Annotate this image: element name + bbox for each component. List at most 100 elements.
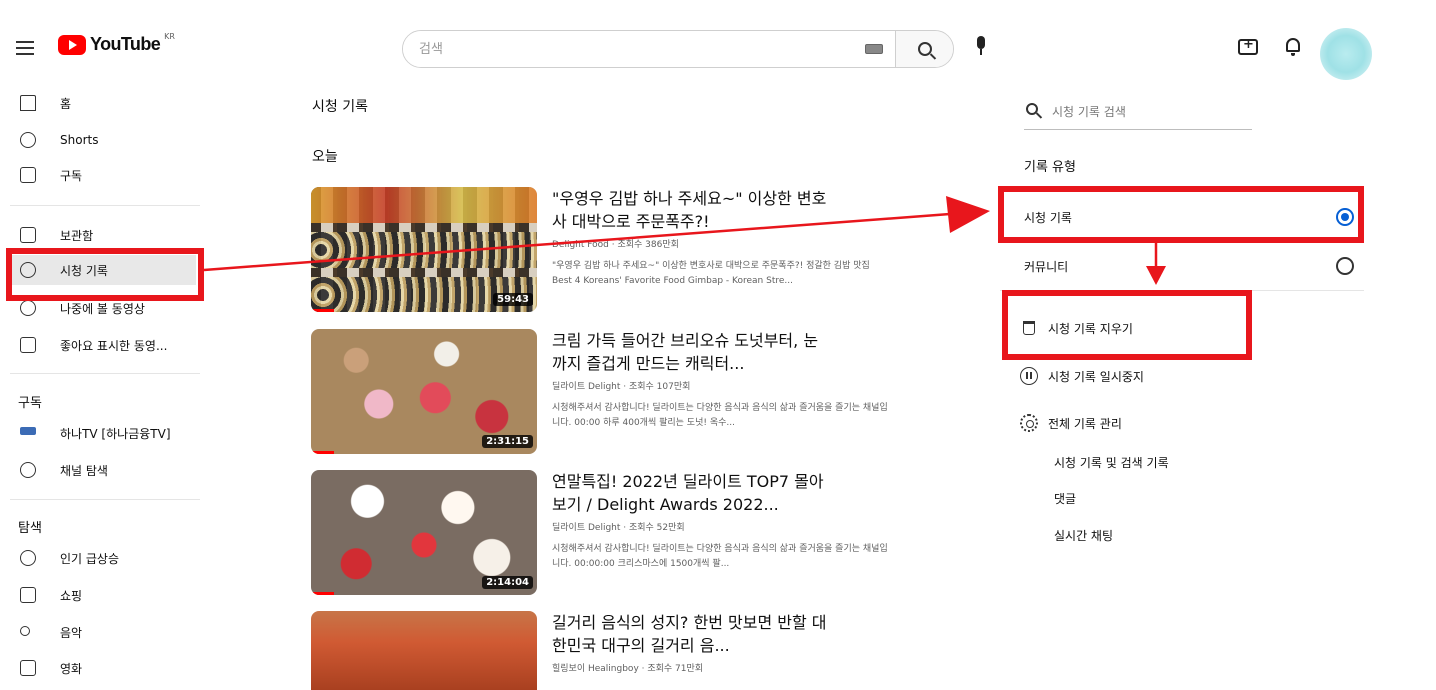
youtube-logo[interactable]: YouTube KR <box>58 32 175 55</box>
video-duration: 2:31:15 <box>482 435 533 448</box>
sidebar-item-label: 영화 <box>60 661 83 676</box>
video-title[interactable]: 길거리 음식의 성지? 한번 맛보면 반할 대한민국 대구의 길거리 음... <box>552 611 832 657</box>
sidebar-divider <box>10 205 200 206</box>
video-meta[interactable]: Delight Food · 조회수 386만회 <box>552 237 679 250</box>
menu-icon[interactable] <box>16 36 40 60</box>
manage-all-history-button[interactable]: 전체 기록 관리 <box>1020 410 1122 436</box>
sidebar-item-label: 채널 탐색 <box>60 463 108 478</box>
search-icon <box>917 42 932 56</box>
video-title[interactable]: "우영우 김밥 하나 주세요~" 이상한 변호사 대박으로 주문폭주?! <box>552 187 832 233</box>
section-title-today: 오늘 <box>312 149 338 165</box>
youtube-play-icon <box>58 34 86 55</box>
sidebar-item-label: 나중에 볼 동영상 <box>60 301 145 316</box>
link-live-chat[interactable]: 실시간 채팅 <box>1054 527 1113 544</box>
video-item[interactable]: 길거리 음식의 성지? 한번 맛보면 반할 대한민국 대구의 길거리 음... … <box>311 611 911 690</box>
sidebar-item-channel[interactable]: 하나TV [하나금융TV] <box>0 418 205 448</box>
sidebar-item-home[interactable]: 홈 <box>0 88 205 118</box>
sidebar-divider <box>10 373 200 374</box>
logo-region: KR <box>164 32 175 41</box>
video-meta[interactable]: 딜라이트 Delight · 조회수 107만회 <box>552 379 690 392</box>
history-type-heading: 기록 유형 <box>1024 160 1076 175</box>
history-search <box>1024 96 1252 130</box>
video-thumbnail[interactable] <box>311 611 537 690</box>
history-search-input[interactable] <box>1052 100 1252 124</box>
shorts-icon <box>20 132 36 148</box>
channel-avatar-icon <box>20 427 36 435</box>
video-item[interactable]: 2:14:04 연말특집! 2022년 딜라이트 TOP7 몰아보기 / Del… <box>311 470 911 595</box>
sidebar-item-label: 구독 <box>60 168 83 183</box>
sidebar-item-shorts[interactable]: Shorts <box>0 125 205 155</box>
video-duration: 2:14:04 <box>482 576 533 589</box>
history-type-option-community[interactable]: 커뮤니티 <box>1024 251 1354 281</box>
search-bar <box>402 30 954 68</box>
sidebar-item-movies[interactable]: 영화 <box>0 653 205 683</box>
sidebar-item-music[interactable]: 음악 <box>0 617 205 647</box>
subscriptions-icon <box>20 167 36 183</box>
search-button[interactable] <box>895 31 953 67</box>
avatar[interactable] <box>1320 28 1372 80</box>
video-title[interactable]: 크림 가득 들어간 브리오슈 도넛부터, 눈까지 즐겁게 만드는 캐릭터... <box>552 329 832 375</box>
sidebar-item-label: 인기 급상승 <box>60 551 120 566</box>
sidebar-item-subscriptions[interactable]: 구독 <box>0 160 205 190</box>
sidebar-item-label: 하나TV [하나금융TV] <box>60 426 171 441</box>
watch-later-icon <box>20 300 36 316</box>
radio-unselected-icon[interactable] <box>1336 257 1354 275</box>
movie-icon <box>20 660 36 676</box>
notifications-icon[interactable] <box>1284 38 1302 58</box>
logo-text: YouTube <box>90 34 161 54</box>
search-icon <box>1026 103 1038 115</box>
video-meta[interactable]: 힐링보이 Healingboy · 조회수 71만회 <box>552 661 703 674</box>
page-title: 시청 기록 <box>312 99 368 115</box>
video-item[interactable]: 2:31:15 크림 가득 들어간 브리오슈 도넛부터, 눈까지 즐겁게 만드는… <box>311 329 911 454</box>
watch-progress-bar <box>311 451 334 454</box>
search-input[interactable] <box>403 31 865 67</box>
annotation-box-clear-history <box>1002 290 1252 360</box>
sidebar-item-label: 좋아요 표시한 동영... <box>60 338 168 353</box>
sidebar-item-liked-videos[interactable]: 좋아요 표시한 동영... <box>0 330 205 360</box>
video-thumbnail[interactable]: 59:43 <box>311 187 537 312</box>
video-thumbnail[interactable]: 2:31:15 <box>311 329 537 454</box>
action-label: 전체 기록 관리 <box>1048 416 1122 431</box>
sidebar-item-library[interactable]: 보관함 <box>0 220 205 250</box>
sidebar-item-label: 보관함 <box>60 228 94 243</box>
watch-progress-bar <box>311 592 334 595</box>
library-icon <box>20 227 36 243</box>
sidebar-item-shopping[interactable]: 쇼핑 <box>0 580 205 610</box>
watch-progress-bar <box>311 309 334 312</box>
create-video-icon[interactable] <box>1238 37 1258 55</box>
link-comments[interactable]: 댓글 <box>1054 490 1076 507</box>
sidebar-item-label: 쇼핑 <box>60 588 83 603</box>
shopping-icon <box>20 587 36 603</box>
music-icon <box>20 626 30 636</box>
home-icon <box>20 95 36 111</box>
sidebar-item-label: 홈 <box>60 96 72 111</box>
sidebar-divider <box>10 499 200 500</box>
video-meta[interactable]: 딜라이트 Delight · 조회수 52만회 <box>552 520 685 533</box>
annotation-box-history <box>6 248 204 301</box>
video-description: 시청해주셔서 감사합니다! 딜라이트는 다양한 음식과 음식의 삶과 즐거움을 … <box>552 403 888 428</box>
link-watch-and-search-history[interactable]: 시청 기록 및 검색 기록 <box>1054 454 1169 471</box>
video-title[interactable]: 연말특집! 2022년 딜라이트 TOP7 몰아보기 / Delight Awa… <box>552 470 832 516</box>
sidebar-heading-explore: 탐색 <box>18 521 42 536</box>
sidebar-item-trending[interactable]: 인기 급상승 <box>0 543 205 573</box>
option-label: 커뮤니티 <box>1024 260 1069 274</box>
sidebar-heading-subscriptions: 구독 <box>18 396 42 411</box>
keyboard-icon[interactable] <box>865 44 883 54</box>
video-description: "우영우 김밥 하나 주세요~" 이상한 변호사로 대박으로 주문폭주?! 정갈… <box>552 261 870 286</box>
pause-history-button[interactable]: 시청 기록 일시중지 <box>1020 363 1144 389</box>
like-icon <box>20 337 36 353</box>
video-description: 시청해주셔서 감사합니다! 딜라이트는 다양한 음식과 음식의 삶과 즐거움을 … <box>552 544 888 569</box>
annotation-arrow-head <box>946 196 990 233</box>
video-duration: 59:43 <box>493 293 533 306</box>
microphone-icon[interactable] <box>972 36 990 60</box>
plus-circle-icon <box>20 462 36 478</box>
action-label: 시청 기록 일시중지 <box>1048 369 1144 384</box>
trending-icon <box>20 550 36 566</box>
sidebar-item-label: Shorts <box>60 133 99 147</box>
sidebar-item-label: 음악 <box>60 625 83 640</box>
video-item[interactable]: 59:43 "우영우 김밥 하나 주세요~" 이상한 변호사 대박으로 주문폭주… <box>311 187 911 312</box>
sidebar-item-browse-channels[interactable]: 채널 탐색 <box>0 455 205 485</box>
gear-icon <box>1020 414 1038 432</box>
pause-icon <box>1020 367 1038 385</box>
video-thumbnail[interactable]: 2:14:04 <box>311 470 537 595</box>
